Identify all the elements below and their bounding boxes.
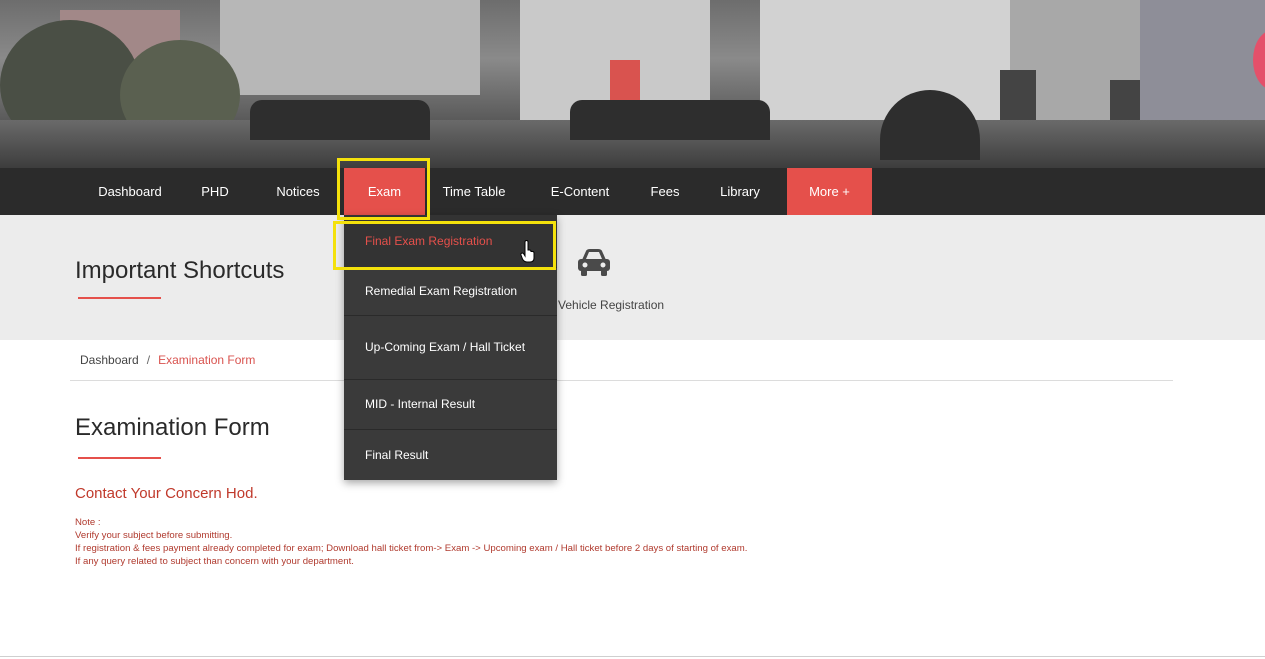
- page-title: Examination Form: [75, 414, 270, 441]
- breadcrumb-separator: /: [146, 353, 151, 367]
- title-underline: [78, 457, 161, 459]
- note-line: Verify your subject before submitting.: [75, 530, 233, 541]
- menu-item-mid-internal-result[interactable]: MID - Internal Result: [344, 380, 557, 430]
- nav-item-library[interactable]: Library: [705, 168, 775, 215]
- banner-sign: [610, 60, 640, 100]
- banner-building: [220, 0, 480, 95]
- nav-item-time-table[interactable]: Time Table: [432, 168, 516, 215]
- shortcuts-title: Important Shortcuts: [75, 257, 285, 284]
- menu-item-remedial-exam-registration[interactable]: Remedial Exam Registration: [344, 268, 557, 316]
- footer-divider: [0, 656, 1265, 657]
- nav-item-phd[interactable]: PHD: [190, 168, 240, 215]
- main-navbar: Dashboard PHD Notices Exam Time Table E-…: [0, 168, 1265, 215]
- shortcuts-section: Important Shortcuts Vehicle Registration: [0, 215, 1265, 340]
- banner-crowd: [250, 100, 430, 140]
- note-line: If any query related to subject than con…: [75, 556, 354, 567]
- breadcrumb-current: Examination Form: [158, 353, 256, 367]
- nav-item-fees[interactable]: Fees: [640, 168, 690, 215]
- nav-item-notices[interactable]: Notices: [262, 168, 334, 215]
- note-label: Note :: [75, 517, 101, 528]
- title-underline: [78, 297, 161, 299]
- hero-banner: [0, 0, 1265, 168]
- nav-item-dashboard[interactable]: Dashboard: [80, 168, 180, 215]
- menu-item-upcoming-exam-hall-ticket[interactable]: Up-Coming Exam / Hall Ticket: [344, 316, 557, 380]
- hand-cursor-icon: [520, 240, 535, 263]
- menu-item-final-result[interactable]: Final Result: [344, 430, 557, 480]
- note-block: Note : Verify your subject before submit…: [75, 516, 747, 568]
- nav-item-exam[interactable]: Exam: [344, 168, 425, 215]
- nav-item-more[interactable]: More +: [787, 168, 872, 215]
- nav-item-e-content[interactable]: E-Content: [535, 168, 625, 215]
- banner-crowd: [570, 100, 770, 140]
- breadcrumb-home[interactable]: Dashboard: [80, 353, 139, 367]
- car-icon[interactable]: [576, 248, 612, 278]
- note-line: If registration & fees payment already c…: [75, 543, 748, 554]
- vehicle-registration-link[interactable]: Vehicle Registration: [558, 298, 664, 312]
- breadcrumb: Dashboard / Examination Form: [80, 353, 255, 367]
- contact-message: Contact Your Concern Hod.: [75, 485, 258, 502]
- breadcrumb-divider: [70, 380, 1173, 381]
